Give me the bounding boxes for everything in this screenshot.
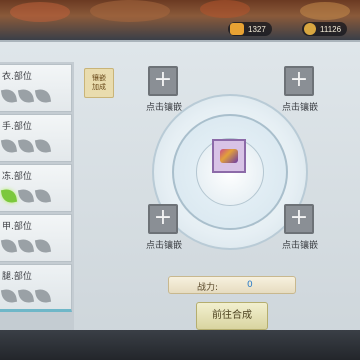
equipment-slot-list: 衣.部位 手.部位 冻.部位 甲.部位 腿.部位 [0, 62, 74, 358]
slot-item-1[interactable]: 衣.部位 [0, 64, 72, 112]
leaf-icon [17, 287, 35, 305]
leaf-icon [17, 87, 35, 105]
equipped-gem-slot[interactable] [212, 139, 246, 173]
leaf-icon [0, 87, 18, 105]
leaf-icon [34, 137, 52, 155]
plus-icon[interactable]: + [148, 204, 178, 234]
top-status-bar: 1327 11126 [0, 0, 360, 40]
inlay-panel: 衣.部位 手.部位 冻.部位 甲.部位 腿.部位 镶嵌 加成 + 点击镶嵌 + … [0, 40, 360, 360]
gold-amount: 1327 [248, 24, 266, 34]
gem-currency[interactable]: 11126 [302, 22, 348, 36]
combat-power-value: 0 [247, 280, 253, 290]
gold-ingot-icon [230, 23, 244, 35]
plus-icon[interactable]: + [284, 66, 314, 96]
leaf-icon [0, 137, 18, 155]
gem-icon [220, 149, 238, 163]
leaf-icon [17, 187, 35, 205]
combat-power-bar: 战力: 0 [168, 276, 296, 294]
inlay-slot-bottom-right[interactable]: + 点击镶嵌 [276, 204, 326, 251]
leaf-icon [0, 237, 18, 255]
inlay-slot-caption: 点击镶嵌 [145, 103, 182, 113]
plus-icon[interactable]: + [284, 204, 314, 234]
scene-decoration [10, 2, 70, 22]
slot-label: 腿.部位 [2, 272, 32, 282]
gold-currency[interactable]: 1327 [228, 22, 272, 36]
leaf-row [0, 87, 52, 105]
leaf-icon [34, 237, 52, 255]
leaf-row [0, 187, 52, 205]
inlay-slot-caption: 点击镶嵌 [281, 241, 318, 251]
slot-item-4[interactable]: 甲.部位 [0, 214, 72, 262]
bottom-decoration [0, 330, 360, 360]
inlay-bonus-tab[interactable]: 镶嵌 加成 [84, 68, 114, 98]
side-tab-line2: 加成 [92, 83, 106, 91]
inlay-slot-top-left[interactable]: + 点击镶嵌 [140, 66, 190, 113]
leaf-active-icon [0, 187, 18, 205]
leaf-row [0, 237, 52, 255]
slot-item-2[interactable]: 手.部位 [0, 114, 72, 162]
go-synthesize-button[interactable]: 前往合成 [196, 302, 268, 330]
leaf-row [0, 287, 52, 305]
leaf-icon [34, 187, 52, 205]
plus-icon[interactable]: + [148, 66, 178, 96]
leaf-icon [34, 87, 52, 105]
gem-coin-icon [304, 23, 316, 35]
leaf-icon [0, 287, 18, 305]
leaf-icon [34, 287, 52, 305]
inlay-slot-caption: 点击镶嵌 [281, 103, 318, 113]
slot-label: 冻.部位 [2, 172, 32, 182]
slot-label: 衣.部位 [2, 72, 32, 82]
slot-label: 甲.部位 [2, 222, 32, 232]
inlay-slot-bottom-left[interactable]: + 点击镶嵌 [140, 204, 190, 251]
slot-item-3[interactable]: 冻.部位 [0, 164, 72, 212]
inlay-slot-top-right[interactable]: + 点击镶嵌 [276, 66, 326, 113]
slot-item-5[interactable]: 腿.部位 [0, 264, 72, 312]
side-tab-line1: 镶嵌 [92, 74, 106, 82]
inlay-slot-caption: 点击镶嵌 [145, 241, 182, 251]
leaf-row [0, 137, 52, 155]
gem-amount: 11126 [320, 24, 342, 34]
combat-power-label: 战力: [197, 283, 219, 293]
scene-decoration [300, 2, 350, 20]
scene-decoration [90, 0, 170, 22]
slot-label: 手.部位 [2, 122, 32, 132]
scene-decoration [200, 0, 250, 18]
leaf-icon [17, 237, 35, 255]
leaf-icon [17, 137, 35, 155]
